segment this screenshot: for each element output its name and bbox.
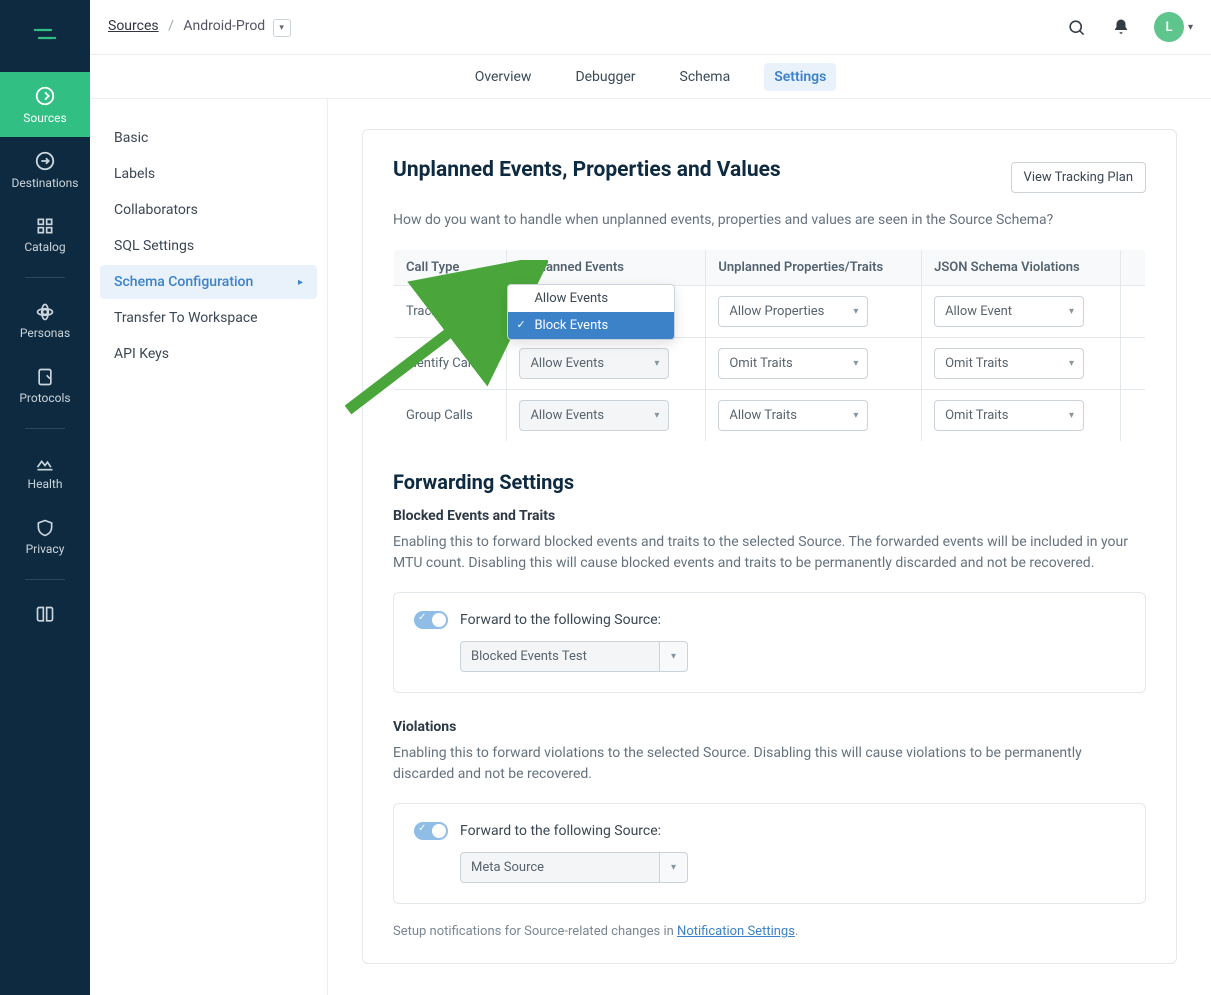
select-group-props[interactable]: Allow Traits	[718, 400, 868, 431]
bell-icon[interactable]	[1104, 10, 1138, 44]
rail-label: Catalog	[24, 240, 65, 254]
rail-label: Sources	[23, 111, 66, 125]
blocked-events-title: Blocked Events and Traits	[393, 508, 1146, 524]
rail-label: Personas	[20, 326, 70, 340]
violations-title: Violations	[393, 719, 1146, 735]
breadcrumb-root[interactable]: Sources	[108, 18, 159, 34]
select-identify-json[interactable]: Omit Traits	[934, 348, 1084, 379]
section1-desc: How do you want to handle when unplanned…	[393, 210, 1146, 231]
schema-config-card: Unplanned Events, Properties and Values …	[362, 129, 1177, 964]
cell-call-type: Group Calls	[394, 390, 507, 442]
table-row: Group Calls Allow Events Allow Traits Om…	[394, 390, 1146, 442]
brand-logo	[25, 14, 65, 54]
toggle-forward-blocked[interactable]	[414, 611, 448, 629]
sidemenu-label: Schema Configuration	[114, 274, 253, 290]
rail-label: Health	[28, 477, 63, 491]
section2-title: Forwarding Settings	[393, 470, 1146, 494]
topbar: Sources / Android-Prod ▾ L ▾	[90, 0, 1211, 55]
rail-destinations[interactable]: Destinations	[0, 137, 90, 202]
rail-personas[interactable]: Personas	[0, 288, 90, 353]
forward-blocked-panel: Forward to the following Source: Blocked…	[393, 592, 1146, 693]
tab-debugger[interactable]: Debugger	[565, 63, 645, 91]
chevron-down-icon: ▾	[1188, 22, 1193, 33]
search-icon[interactable]	[1060, 10, 1094, 44]
sidemenu-api-keys[interactable]: API Keys	[100, 337, 317, 371]
th-unplanned-props: Unplanned Properties/Traits	[706, 250, 922, 286]
table-row: Track Calls Allow Events Allow Events Bl…	[394, 286, 1146, 338]
sidemenu-sql-settings[interactable]: SQL Settings	[100, 229, 317, 263]
view-tracking-plan-button[interactable]: View Tracking Plan	[1011, 162, 1146, 193]
option-allow-events[interactable]: Allow Events	[508, 285, 674, 312]
settings-pane: Unplanned Events, Properties and Values …	[328, 99, 1211, 995]
forward-label: Forward to the following Source:	[460, 612, 661, 628]
select-group-json[interactable]: Omit Traits	[934, 400, 1084, 431]
schema-table: Call Type Unplanned Events Unplanned Pro…	[393, 249, 1146, 442]
breadcrumb-current: Android-Prod	[183, 18, 265, 34]
sidemenu-collaborators[interactable]: Collaborators	[100, 193, 317, 227]
footer-note: Setup notifications for Source-related c…	[393, 924, 1146, 939]
violations-desc: Enabling this to forward violations to t…	[393, 743, 1146, 785]
th-json-violations: JSON Schema Violations	[922, 250, 1121, 286]
select-identify-props[interactable]: Omit Traits	[718, 348, 868, 379]
tab-schema[interactable]: Schema	[670, 63, 741, 91]
sidemenu-schema-configuration[interactable]: Schema Configuration ▸	[100, 265, 317, 299]
rail-sources[interactable]: Sources	[0, 72, 90, 137]
th-call-type: Call Type	[394, 250, 507, 286]
rail-privacy[interactable]: Privacy	[0, 504, 90, 569]
cell-call-type: Identify Calls	[394, 338, 507, 390]
caret-right-icon: ▸	[298, 277, 303, 288]
table-row: Identify Calls Allow Events Omit Traits …	[394, 338, 1146, 390]
nav-rail: Sources Destinations Catalog Personas Pr…	[0, 0, 90, 995]
rail-label: Protocols	[19, 391, 70, 405]
section1-title: Unplanned Events, Properties and Values	[393, 158, 781, 182]
option-block-events[interactable]: Block Events	[508, 312, 674, 339]
select-caret[interactable]: ▾	[660, 641, 688, 672]
dropdown-track-events: Allow Events Block Events	[507, 284, 675, 340]
rail-docs[interactable]	[0, 590, 90, 640]
th-unplanned-events: Unplanned Events	[507, 250, 706, 286]
select-forward-violations-source[interactable]: Meta Source	[460, 852, 660, 883]
select-identify-events[interactable]: Allow Events	[519, 348, 669, 379]
avatar: L	[1154, 12, 1184, 42]
sidemenu-labels[interactable]: Labels	[100, 157, 317, 191]
rail-label: Destinations	[12, 176, 79, 190]
toggle-forward-violations[interactable]	[414, 822, 448, 840]
rail-catalog[interactable]: Catalog	[0, 202, 90, 267]
forward-violations-panel: Forward to the following Source: Meta So…	[393, 803, 1146, 904]
select-track-json[interactable]: Allow Event	[934, 296, 1084, 327]
sidemenu-transfer[interactable]: Transfer To Workspace	[100, 301, 317, 335]
forward-label: Forward to the following Source:	[460, 823, 661, 839]
select-group-events[interactable]: Allow Events	[519, 400, 669, 431]
select-caret[interactable]: ▾	[660, 852, 688, 883]
settings-sidemenu: Basic Labels Collaborators SQL Settings …	[90, 99, 328, 995]
breadcrumb: Sources / Android-Prod ▾	[108, 18, 291, 37]
notification-settings-link[interactable]: Notification Settings	[677, 924, 795, 939]
tab-settings[interactable]: Settings	[764, 63, 836, 91]
blocked-events-desc: Enabling this to forward blocked events …	[393, 532, 1146, 574]
select-forward-blocked-source[interactable]: Blocked Events Test	[460, 641, 660, 672]
breadcrumb-dropdown[interactable]: ▾	[273, 19, 291, 37]
user-menu[interactable]: L ▾	[1154, 12, 1193, 42]
rail-label: Privacy	[26, 542, 65, 556]
tab-overview[interactable]: Overview	[465, 63, 542, 91]
select-track-props[interactable]: Allow Properties	[718, 296, 868, 327]
rail-protocols[interactable]: Protocols	[0, 353, 90, 418]
sidemenu-basic[interactable]: Basic	[100, 121, 317, 155]
cell-call-type: Track Calls	[394, 286, 507, 338]
rail-health[interactable]: Health	[0, 439, 90, 504]
source-tabs: Overview Debugger Schema Settings	[90, 55, 1211, 99]
